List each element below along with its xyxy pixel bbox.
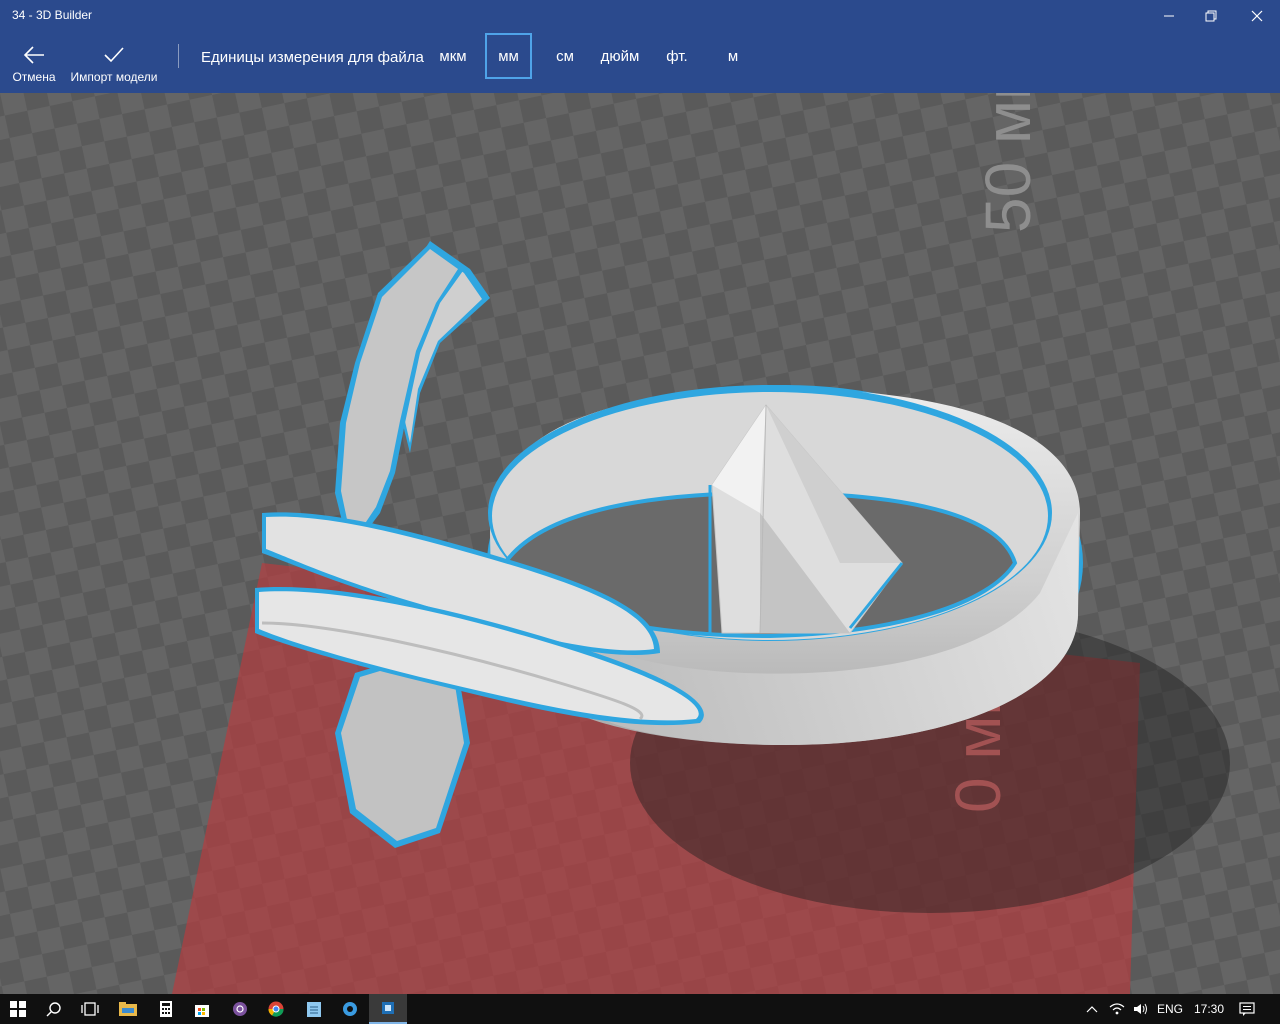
clock[interactable]: 17:30 <box>1194 994 1224 1024</box>
task-view-icon[interactable] <box>72 994 108 1024</box>
close-button[interactable] <box>1234 2 1280 30</box>
cancel-button[interactable]: Отмена <box>8 42 60 88</box>
file-explorer-icon[interactable] <box>110 994 146 1024</box>
unit-option-cm[interactable]: см <box>548 33 582 79</box>
import-model-button[interactable]: Импорт модели <box>68 42 160 88</box>
checkmark-icon <box>104 47 124 63</box>
app-bar: 34 - 3D Builder Отмена Импорт модели Еди… <box>0 0 1280 93</box>
unit-option-m[interactable]: м <box>720 33 746 79</box>
viber-icon[interactable] <box>222 994 258 1024</box>
input-language[interactable]: ENG <box>1157 994 1183 1024</box>
search-icon[interactable] <box>36 994 72 1024</box>
taskbar: ENG 17:30 <box>0 994 1280 1024</box>
calculator-icon[interactable] <box>148 994 184 1024</box>
store-icon[interactable] <box>184 994 220 1024</box>
toolbar-separator <box>178 44 179 68</box>
close-icon <box>1251 10 1263 22</box>
3d-viewport[interactable]: 50 мм 0 мм <box>0 93 1280 994</box>
wifi-icon[interactable] <box>1106 994 1128 1024</box>
restore-icon <box>1205 10 1217 22</box>
minimize-icon <box>1164 15 1174 17</box>
back-arrow-icon <box>23 46 44 64</box>
window-title: 34 - 3D Builder <box>12 8 93 22</box>
unit-option-inch[interactable]: дюйм <box>596 33 644 79</box>
import-model-label: Импорт модели <box>70 70 158 84</box>
chrome-icon[interactable] <box>258 994 294 1024</box>
minimize-button[interactable] <box>1146 2 1192 30</box>
action-center-icon[interactable] <box>1232 994 1262 1024</box>
unit-option-ft[interactable]: фт. <box>660 33 694 79</box>
volume-icon[interactable] <box>1130 994 1152 1024</box>
notepad-icon[interactable] <box>296 994 332 1024</box>
scale-label-50mm: 50 мм <box>972 93 1044 233</box>
cancel-label: Отмена <box>12 70 56 84</box>
unit-option-um[interactable]: мкм <box>432 33 474 79</box>
3d-builder-icon[interactable] <box>369 994 407 1024</box>
windows-start-icon[interactable] <box>0 994 36 1024</box>
restore-button[interactable] <box>1188 2 1234 30</box>
units-label: Единицы измерения для файла <box>201 49 424 66</box>
show-hidden-icons-chevron-icon[interactable] <box>1082 994 1102 1024</box>
settings-icon[interactable] <box>332 994 368 1024</box>
unit-option-mm[interactable]: мм <box>485 33 532 79</box>
